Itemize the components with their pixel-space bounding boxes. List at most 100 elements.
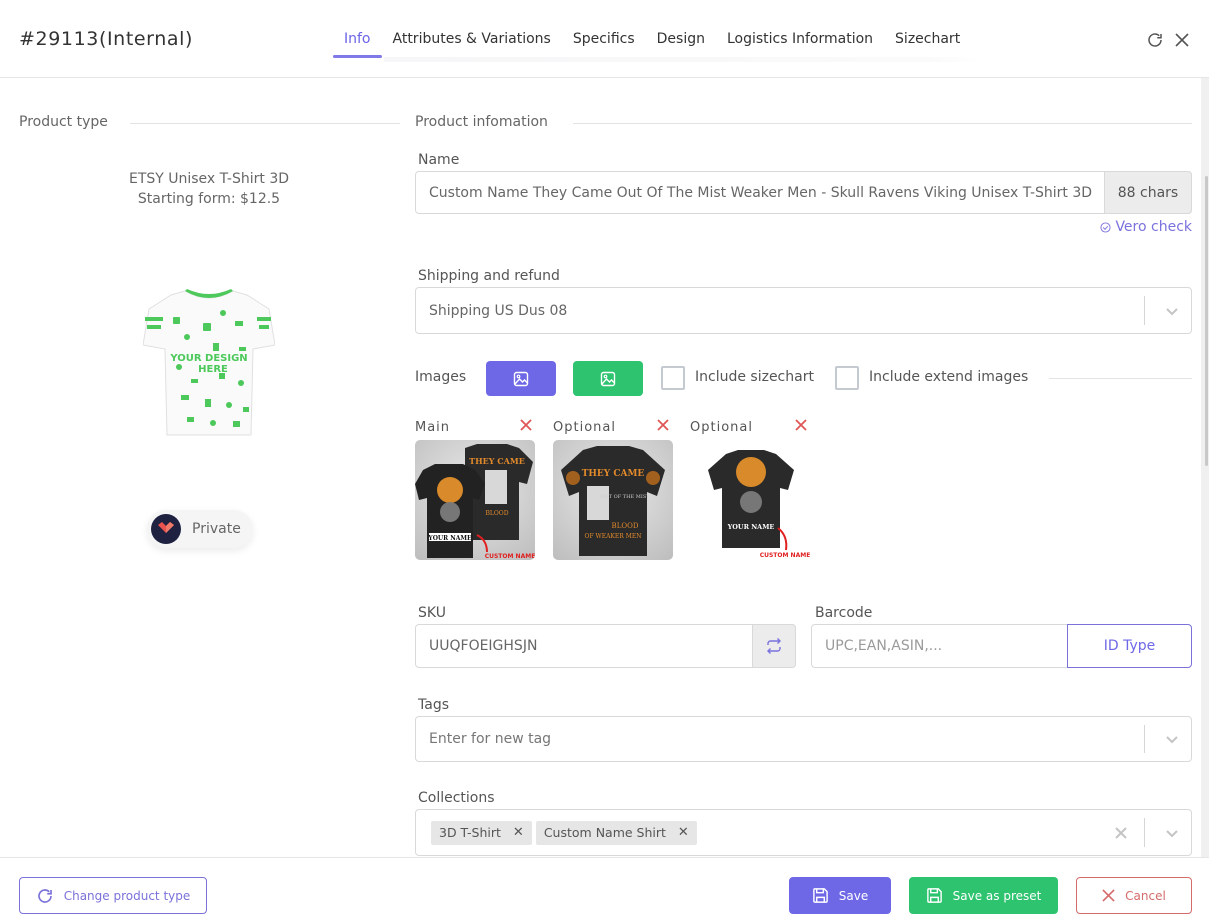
scrollbar[interactable]: [1201, 78, 1209, 858]
collections-select[interactable]: 3D T-Shirt ✕ Custom Name Shirt ✕: [415, 809, 1192, 856]
shipping-select[interactable]: Shipping US Dus 08: [415, 287, 1192, 334]
tab-attributes-variations[interactable]: Attributes & Variations: [382, 28, 562, 58]
tab-logistics-information[interactable]: Logistics Information: [716, 28, 884, 58]
shipping-value: Shipping US Dus 08: [429, 302, 568, 319]
product-type-heading: Product type: [19, 114, 108, 130]
tags-label: Tags: [418, 697, 449, 713]
id-type-button[interactable]: ID Type: [1067, 624, 1192, 668]
svg-text:CUSTOM NAME: CUSTOM NAME: [760, 552, 810, 559]
image-slot-label: Optional: [553, 420, 616, 435]
svg-text:OF WEAKER MEN: OF WEAKER MEN: [585, 533, 642, 540]
tab-sizechart[interactable]: Sizechart: [884, 28, 971, 58]
upload-image-button[interactable]: [486, 361, 556, 396]
include-sizechart-checkbox[interactable]: [661, 366, 685, 390]
remove-image-icon[interactable]: [794, 418, 808, 432]
tab-bar: Info Attributes & Variations Specifics D…: [333, 28, 971, 60]
collection-chip: 3D T-Shirt ✕: [431, 820, 532, 845]
svg-text:BLOOD: BLOOD: [612, 522, 639, 530]
barcode-input[interactable]: UPC,EAN,ASIN,...: [811, 624, 1068, 668]
sku-value: UUQFOEIGHSJN: [429, 638, 538, 654]
product-type-info: ETSY Unisex T-Shirt 3D Starting form: $1…: [19, 169, 399, 209]
collections-label: Collections: [418, 790, 495, 806]
divider: [573, 123, 1192, 124]
visibility-toggle[interactable]: Private: [147, 510, 253, 548]
select-separator: [1144, 296, 1145, 325]
tab-design[interactable]: Design: [646, 28, 716, 58]
image-library-button[interactable]: [573, 361, 643, 396]
tab-info[interactable]: Info: [333, 28, 382, 58]
name-label: Name: [418, 152, 460, 168]
chevron-down-icon[interactable]: [1165, 733, 1179, 745]
save-as-preset-button[interactable]: Save as preset: [909, 877, 1058, 914]
svg-text:YOUR NAME: YOUR NAME: [727, 523, 775, 531]
chevron-down-icon[interactable]: [1165, 305, 1179, 317]
images-label: Images: [415, 369, 467, 385]
chip-label: 3D T-Shirt: [439, 825, 501, 840]
sku-input[interactable]: UUQFOEIGHSJN: [415, 624, 796, 668]
svg-text:THEY CAME: THEY CAME: [582, 469, 645, 479]
image-thumbnail-optional[interactable]: THEY CAME OUT OF THE MIST BLOOD OF WEAKE…: [553, 440, 673, 560]
modal-footer: Change product type Save Save as preset …: [0, 857, 1209, 921]
save-icon: [926, 888, 942, 903]
save-button[interactable]: Save: [789, 877, 891, 914]
select-separator: [1144, 725, 1145, 753]
modal-header: #29113(Internal) Info Attributes & Varia…: [0, 0, 1209, 78]
shipping-label: Shipping and refund: [418, 268, 560, 284]
char-count: 88 chars: [1104, 171, 1192, 214]
include-extend-images-checkbox[interactable]: [835, 366, 859, 390]
divider: [1049, 378, 1192, 379]
remove-image-icon[interactable]: [656, 418, 670, 432]
starting-price: Starting form: $12.5: [137, 191, 281, 207]
change-product-type-button[interactable]: Change product type: [19, 877, 207, 914]
shirt-image: THEY CAME OUT OF THE MIST BLOOD OF WEAKE…: [561, 446, 665, 556]
product-preview-image: YOUR DESIGN HERE: [143, 289, 275, 436]
save-as-preset-label: Save as preset: [952, 888, 1042, 903]
barcode-placeholder: UPC,EAN,ASIN,...: [825, 638, 943, 654]
cancel-label: Cancel: [1125, 888, 1166, 903]
svg-text:OUT OF THE MIST: OUT OF THE MIST: [600, 494, 650, 500]
divider: [130, 123, 400, 124]
name-value: Custom Name They Came Out Of The Mist We…: [429, 184, 1093, 201]
svg-text:BLOOD: BLOOD: [485, 510, 508, 517]
barcode-label: Barcode: [815, 605, 873, 621]
select-separator: [1144, 818, 1145, 847]
clear-all-icon[interactable]: [1115, 827, 1127, 839]
remove-chip-icon[interactable]: ✕: [513, 825, 524, 840]
brand-logo-icon: [151, 514, 181, 544]
collection-chip: Custom Name Shirt ✕: [535, 820, 697, 845]
vero-check-link[interactable]: Vero check: [1100, 219, 1192, 235]
cancel-button[interactable]: Cancel: [1076, 877, 1192, 914]
vero-check-label: Vero check: [1115, 219, 1192, 235]
include-sizechart-label: Include sizechart: [695, 369, 814, 385]
close-icon[interactable]: [1172, 30, 1192, 50]
shirt-image: THEY CAME BLOOD YOUR NAME CUSTOM NAME: [415, 444, 535, 560]
tags-input[interactable]: Enter for new tag: [415, 716, 1192, 762]
chevron-down-icon[interactable]: [1165, 827, 1179, 839]
save-icon: [812, 888, 828, 903]
svg-text:HERE: HERE: [198, 364, 228, 375]
svg-text:THEY CAME: THEY CAME: [469, 456, 525, 466]
check-circle-icon: [1100, 221, 1111, 233]
chip-label: Custom Name Shirt: [543, 825, 666, 840]
scrollbar-thumb[interactable]: [1205, 176, 1208, 466]
tags-placeholder: Enter for new tag: [429, 731, 552, 747]
image-icon: [600, 371, 616, 386]
image-thumbnail-main[interactable]: THEY CAME BLOOD YOUR NAME CUSTOM NAME: [415, 440, 535, 560]
include-extend-images-label: Include extend images: [869, 369, 1029, 385]
sku-label: SKU: [418, 605, 446, 621]
remove-chip-icon[interactable]: ✕: [678, 825, 689, 840]
svg-text:YOUR NAME: YOUR NAME: [427, 535, 472, 542]
image-icon: [513, 371, 529, 386]
refresh-icon[interactable]: [1145, 30, 1165, 50]
product-type-name: ETSY Unisex T-Shirt 3D: [128, 171, 290, 187]
regenerate-sku-button[interactable]: [752, 624, 796, 668]
image-slot-label: Main: [415, 420, 451, 435]
remove-image-icon[interactable]: [519, 418, 533, 432]
save-label: Save: [838, 888, 869, 903]
name-input[interactable]: Custom Name They Came Out Of The Mist We…: [415, 171, 1192, 214]
change-product-type-label: Change product type: [63, 888, 191, 903]
swap-icon: [767, 638, 781, 654]
image-thumbnail-optional[interactable]: YOUR NAME CUSTOM NAME: [690, 440, 810, 560]
tab-specifics[interactable]: Specifics: [562, 28, 646, 58]
image-slot-label: Optional: [690, 420, 753, 435]
